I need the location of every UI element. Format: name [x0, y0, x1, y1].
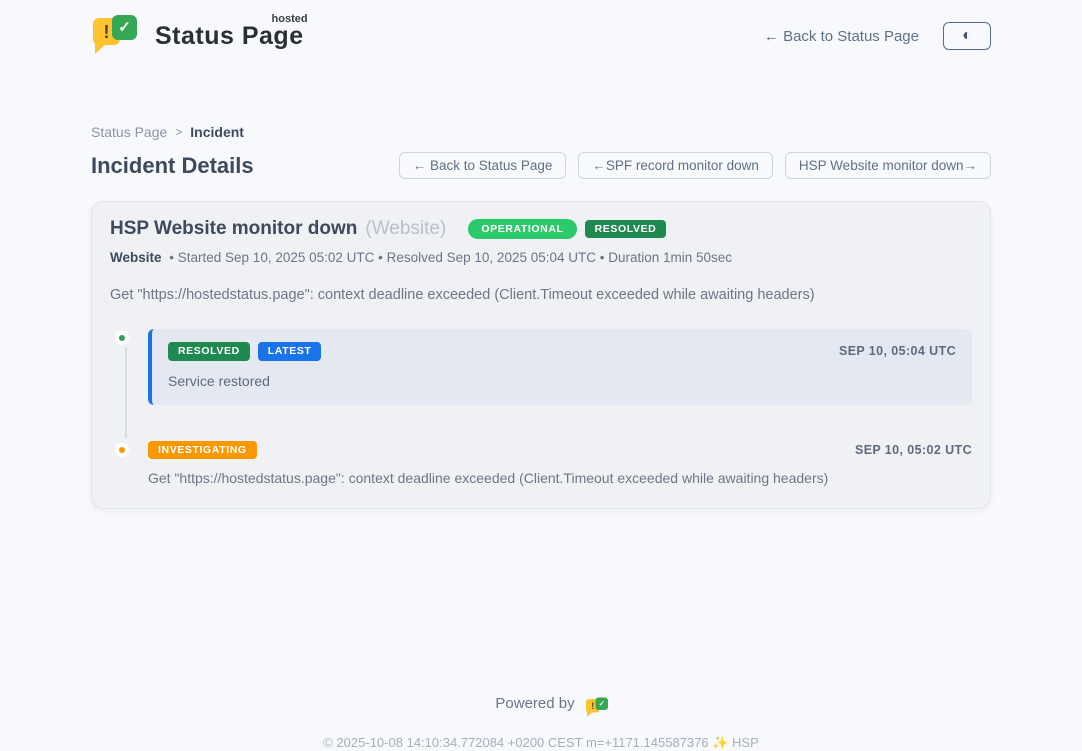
timeline-timestamp: SEP 10, 05:02 UTC: [855, 443, 972, 457]
operational-status-badge: OPERATIONAL: [468, 219, 576, 240]
breadcrumb: Status Page > Incident: [91, 124, 991, 140]
meta-component-name: Website: [110, 250, 162, 265]
theme-toggle-button[interactable]: ◐: [943, 22, 991, 50]
back-to-status-page-button[interactable]: ← Back to Status Page: [399, 152, 567, 179]
half-circle-contrast-icon: ◐: [962, 28, 972, 44]
copyright-line: © 2025-10-08 14:10:34.772084 +0200 CEST …: [91, 735, 991, 751]
timeline-investigating-badge: INVESTIGATING: [148, 441, 257, 460]
logo-check-bubble: ✓: [595, 698, 608, 711]
page-title: Incident Details: [91, 153, 254, 179]
timeline-message: Service restored: [168, 373, 956, 389]
incident-meta: Website • Started Sep 10, 2025 05:02 UTC…: [110, 250, 972, 265]
incident-component: (Website): [365, 218, 446, 240]
timeline-message: Get "https://hostedstatus.page": context…: [148, 470, 972, 486]
logo-check-bubble: ✓: [112, 15, 137, 40]
incident-timeline: RESOLVED LATEST SEP 10, 05:04 UTC Servic…: [110, 329, 972, 486]
header-back-to-status-page-link[interactable]: ← Back to Status Page: [764, 28, 919, 45]
timeline-latest-badge: LATEST: [258, 342, 322, 361]
breadcrumb-incident: Incident: [190, 124, 244, 140]
timeline-dot-investigating: [115, 443, 129, 457]
brand-superscript: hosted: [272, 13, 308, 25]
timeline-entry-resolved: RESOLVED LATEST SEP 10, 05:04 UTC Servic…: [110, 329, 972, 405]
timeline-latest-update-box: RESOLVED LATEST SEP 10, 05:04 UTC Servic…: [148, 329, 972, 405]
check-glyph: ✓: [118, 20, 131, 35]
next-incident-button[interactable]: HSP Website monitor down→: [785, 152, 991, 179]
timeline-resolved-badge: RESOLVED: [168, 342, 250, 361]
timeline-dot-resolved: [115, 331, 129, 345]
check-glyph: ✓: [598, 700, 604, 708]
incident-title: HSP Website monitor down: [110, 218, 357, 240]
incident-nav-buttons: ← Back to Status Page ←SPF record monito…: [399, 152, 991, 179]
page-header: ! ✓ hosted Status Page ← Back to Status …: [91, 0, 991, 58]
powered-by-label: Powered by: [495, 695, 574, 712]
meta-details: • Started Sep 10, 2025 05:02 UTC • Resol…: [169, 250, 732, 265]
breadcrumb-status-page[interactable]: Status Page: [91, 124, 167, 140]
resolved-status-badge: RESOLVED: [585, 220, 667, 239]
prev-incident-button[interactable]: ←SPF record monitor down: [578, 152, 773, 179]
timeline-entry-investigating: INVESTIGATING SEP 10, 05:02 UTC Get "htt…: [110, 441, 972, 487]
incident-card: HSP Website monitor down (Website) OPERA…: [91, 201, 991, 509]
statuspage-logo-icon: ! ✓: [91, 14, 143, 58]
incident-description: Get "https://hostedstatus.page": context…: [110, 287, 972, 303]
breadcrumb-separator: >: [175, 125, 182, 139]
page-footer: Powered by ! ✓ © 2025-10-08 14:10:34.772…: [91, 691, 991, 751]
timeline-timestamp: SEP 10, 05:04 UTC: [839, 344, 956, 358]
brand-name: Status Page: [155, 22, 304, 50]
statuspage-logo-icon-small[interactable]: ! ✓: [585, 697, 598, 709]
statuspage-logo[interactable]: ! ✓ hosted Status Page: [91, 14, 304, 58]
exclamation-glyph: !: [591, 701, 594, 710]
exclamation-glyph: !: [104, 23, 110, 41]
